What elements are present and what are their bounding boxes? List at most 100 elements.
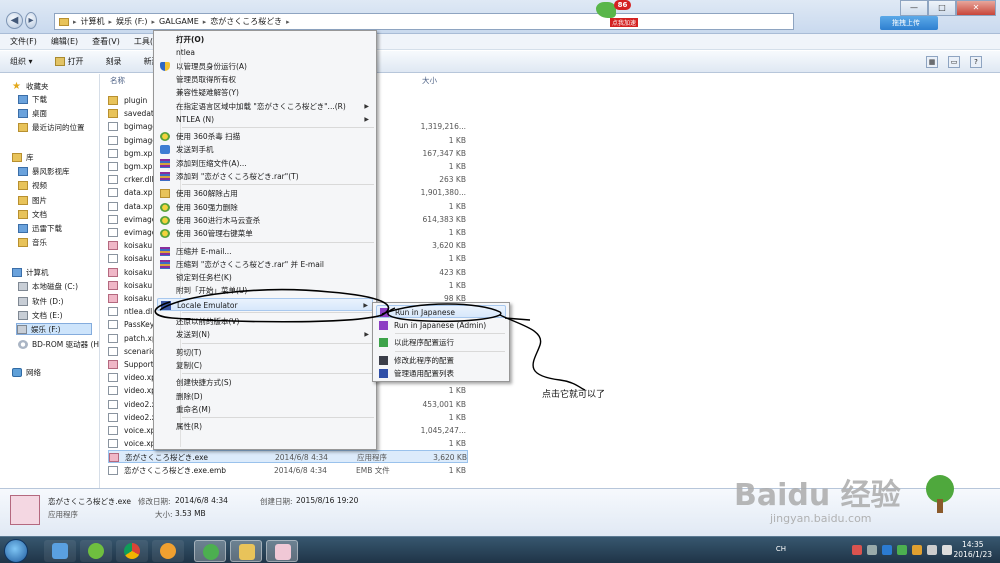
sidebar-item-recent[interactable]: 最近访问的位置 xyxy=(18,121,85,133)
context-menu-item[interactable]: 使用 360进行木马云查杀 xyxy=(157,214,373,227)
start-button[interactable] xyxy=(4,539,28,563)
volume-icon[interactable] xyxy=(942,545,952,555)
context-menu-item[interactable]: 压缩并 E-mail... xyxy=(157,245,373,258)
column-header-name[interactable]: 名称 xyxy=(110,74,125,88)
context-menu-item[interactable]: 使用 360强力删除 xyxy=(157,201,373,214)
back-button[interactable]: ◀ xyxy=(6,12,23,29)
sidebar-item-drive-h[interactable]: BD-ROM 驱动器 (H xyxy=(18,338,99,350)
sidebar-item-desktop[interactable]: 桌面 xyxy=(18,107,47,119)
taskbar-app-chrome[interactable] xyxy=(116,540,148,562)
view-options-icon[interactable]: ▦ xyxy=(926,56,938,68)
context-menu-item[interactable]: 打开(O) xyxy=(157,33,373,46)
tray-icon[interactable] xyxy=(897,545,907,555)
sidebar-item-drive-f[interactable]: 娱乐 (F:) xyxy=(16,323,92,335)
sidebar-favorites[interactable]: ★ 收藏夹 xyxy=(12,80,49,92)
submenu-item[interactable]: 管理通用配置列表 xyxy=(376,367,506,380)
context-menu-item[interactable]: 兼容性疑难解答(Y) xyxy=(157,86,373,99)
taskbar-app-plane[interactable] xyxy=(44,540,76,562)
context-menu-item[interactable]: 使用 360杀毒 扫描 xyxy=(157,130,373,143)
pictures-icon xyxy=(18,195,28,205)
organize-button[interactable]: 组织 ▾ xyxy=(10,56,33,67)
sidebar-network[interactable]: 网络 xyxy=(12,366,41,378)
details-filename: 恋がさくころ桜どき.exe xyxy=(48,497,131,506)
context-menu-item[interactable]: 属性(R) xyxy=(157,420,373,433)
context-menu-item[interactable]: 发送到手机 xyxy=(157,143,373,156)
sidebar-item-music[interactable]: 音乐 xyxy=(18,236,47,248)
tray-icon[interactable] xyxy=(867,545,877,555)
column-header-size[interactable]: 大小 xyxy=(422,74,437,88)
sidebar-item-documents[interactable]: 文档 xyxy=(18,208,47,220)
preview-pane-icon[interactable]: ▭ xyxy=(948,56,960,68)
file-size: 1 KB xyxy=(448,412,466,422)
rar-icon xyxy=(160,259,170,269)
context-menu-item[interactable]: 添加到 "恋がさくころ桜どき.rar"(T) xyxy=(157,170,373,183)
sidebar-item-downloads[interactable]: 下载 xyxy=(18,93,47,105)
submenu-arrow-icon: ▶ xyxy=(364,115,369,123)
context-menu-item[interactable]: 管理员取得所有权 xyxy=(157,73,373,86)
file-name: video.xp xyxy=(124,386,156,396)
speedup-badge[interactable]: 86 点我加速 xyxy=(596,0,639,30)
context-menu-item[interactable]: 附到「开始」菜单(U) xyxy=(157,284,373,297)
context-menu-item[interactable]: 创建快捷方式(S) xyxy=(157,376,373,389)
taskbar-app-green[interactable] xyxy=(80,540,112,562)
file-row[interactable]: 恋がさくころ桜どき.exe.emb 2014/6/8 4:34 EMB 文件 1 KB xyxy=(108,464,468,477)
breadcrumb-item[interactable]: 娱乐 (F:) xyxy=(116,16,147,27)
sidebar-item-drive-e[interactable]: 文档 (E:) xyxy=(18,309,63,321)
sidebar-computer[interactable]: 计算机 xyxy=(12,266,49,278)
sidebar-item-drive-c[interactable]: 本地磁盘 (C:) xyxy=(18,280,78,292)
open-button[interactable]: 打开 xyxy=(54,56,84,67)
tray-icon[interactable] xyxy=(912,545,922,555)
context-menu-item[interactable]: 压缩到 "恋がさくころ桜どき.rar" 并 E-mail xyxy=(157,258,373,271)
clock[interactable]: 14:35 2016/1/23 xyxy=(954,540,992,560)
tray-icon[interactable] xyxy=(852,545,862,555)
minimize-button[interactable]: — xyxy=(900,0,928,16)
context-menu-item[interactable]: 在指定语言区域中加载 "恋がさくころ桜どき"...(R) ▶ xyxy=(157,100,373,113)
file-name: ntlea.dl xyxy=(124,307,153,317)
context-menu-item[interactable]: 剪切(T) xyxy=(157,346,373,359)
sidebar-item-storm-video[interactable]: 暴风影视库 xyxy=(18,165,70,177)
context-menu-item[interactable]: 删除(D) xyxy=(157,390,373,403)
menu-edit[interactable]: 编辑(E) xyxy=(51,36,78,47)
menu-file[interactable]: 文件(F) xyxy=(10,36,37,47)
maximize-button[interactable]: □ xyxy=(928,0,956,16)
context-menu-item[interactable]: 重命名(M) xyxy=(157,403,373,416)
submenu-item[interactable]: Run in Japanese (Admin) xyxy=(376,319,506,332)
sidebar-item-videos[interactable]: 视频 xyxy=(18,179,47,191)
sidebar-libraries[interactable]: 库 xyxy=(12,151,34,163)
language-indicator[interactable]: CH xyxy=(776,545,786,553)
context-menu-item[interactable]: 添加到压缩文件(A)... xyxy=(157,157,373,170)
tray-icon[interactable] xyxy=(882,545,892,555)
submenu-item[interactable]: Run in Japanese xyxy=(376,305,506,318)
context-menu-item[interactable]: ntlea xyxy=(157,46,373,59)
context-menu-item[interactable]: 还原以前的版本(V) xyxy=(157,315,373,328)
context-menu-item[interactable]: 使用 360解除占用 xyxy=(157,187,373,200)
breadcrumb[interactable]: ▸ 计算机 ▸ 娱乐 (F:) ▸ GALGAME ▸ 恋がさくころ桜どき ▸ xyxy=(54,13,794,30)
burn-button[interactable]: 刻录 xyxy=(106,56,122,67)
taskbar-app-browser[interactable] xyxy=(152,540,184,562)
help-icon[interactable]: ? xyxy=(970,56,982,68)
submenu-item[interactable]: 以此程序配置运行 xyxy=(376,336,506,349)
taskbar-app-360[interactable] xyxy=(194,540,226,562)
context-menu-item[interactable]: Locale Emulator ▶ xyxy=(157,297,373,311)
sidebar-item-pictures[interactable]: 图片 xyxy=(18,194,47,206)
context-menu-item[interactable]: 锁定到任务栏(K) xyxy=(157,271,373,284)
menu-view[interactable]: 查看(V) xyxy=(92,36,120,47)
network-icon[interactable] xyxy=(927,545,937,555)
context-menu-item[interactable]: 发送到(N) ▶ xyxy=(157,328,373,341)
context-menu-item[interactable]: NTLEA (N) ▶ xyxy=(157,113,373,126)
context-menu-item[interactable]: 以管理员身份运行(A) xyxy=(157,60,373,73)
upload-button[interactable]: 拖拽上传 xyxy=(880,16,938,30)
submenu-item[interactable]: 修改此程序的配置 xyxy=(376,354,506,367)
breadcrumb-item[interactable]: 恋がさくころ桜どき xyxy=(210,16,282,27)
sidebar-item-drive-d[interactable]: 软件 (D:) xyxy=(18,295,64,307)
context-menu-item[interactable]: 复制(C) xyxy=(157,359,373,372)
breadcrumb-item[interactable]: 计算机 xyxy=(81,16,105,27)
close-button[interactable]: ✕ xyxy=(956,0,996,16)
file-row[interactable]: 恋がさくころ桜どき.exe 2014/6/8 4:34 应用程序 3,620 KB xyxy=(108,450,468,464)
sidebar-item-xunlei[interactable]: 迅雷下载 xyxy=(18,222,62,234)
taskbar-app-game[interactable] xyxy=(266,540,298,562)
taskbar-app-explorer[interactable] xyxy=(230,540,262,562)
breadcrumb-item[interactable]: GALGAME xyxy=(159,17,199,26)
forward-button[interactable]: ▸ xyxy=(25,12,37,29)
context-menu-item[interactable]: 使用 360管理右键菜单 xyxy=(157,227,373,240)
